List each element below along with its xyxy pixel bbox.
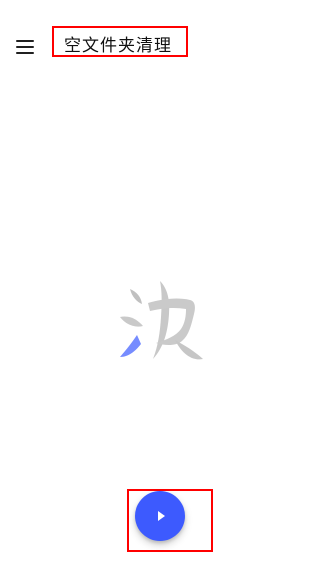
empty-folder-cleaner-screen: 空文件夹清理 [0, 0, 320, 569]
watermark-brush-stroke-6 [175, 340, 203, 360]
ink-brush-watermark-icon [120, 281, 203, 360]
watermark-brush-stroke-4 [153, 281, 170, 359]
watermark-brush-stroke-5 [148, 298, 195, 346]
faint-background-mark [200, 541, 216, 553]
menu-line-middle [16, 46, 34, 48]
watermark-brush-stroke-1 [130, 289, 142, 304]
app-bar: 空文件夹清理 [0, 0, 320, 92]
menu-line-top [16, 40, 34, 42]
play-icon [157, 511, 165, 521]
menu-line-bottom [16, 52, 34, 54]
menu-button[interactable] [10, 32, 40, 62]
start-cleaning-button[interactable] [135, 491, 185, 541]
watermark-brush-stroke-2 [120, 316, 143, 327]
hamburger-menu-icon [16, 40, 34, 54]
watermark-brush-stroke-3 [120, 335, 141, 357]
page-title: 空文件夹清理 [64, 36, 172, 56]
